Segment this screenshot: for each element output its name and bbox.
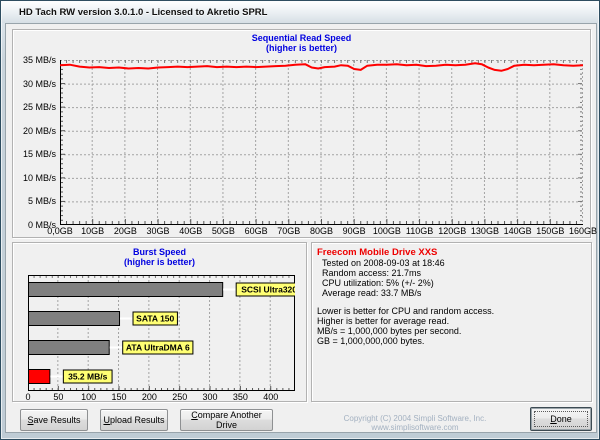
burst-x-tick-label: 200 — [137, 393, 161, 402]
bar-label: ATA UltraDMA 6 — [126, 343, 190, 353]
x-tick-label: 80GB — [304, 227, 340, 236]
drive-info-panel: Freecom Mobile Drive XXS Tested on 2008-… — [311, 242, 592, 402]
y-tick-label: 10 MB/s — [14, 174, 56, 183]
sequential-chart-title: Sequential Read Speed — [13, 33, 590, 43]
test-detail-line: CPU utilization: 5% (+/- 2%) — [322, 278, 445, 288]
burst-bar — [29, 312, 120, 326]
sequential-read-panel: Sequential Read Speed (higher is better)… — [12, 29, 591, 238]
x-tick-label: 110GB — [402, 227, 438, 236]
burst-x-tick-label: 250 — [168, 393, 192, 402]
legend-note-line: Higher is better for average read. — [317, 316, 494, 326]
x-tick-label: 40GB — [173, 227, 209, 236]
x-tick-label: 160GB — [565, 227, 600, 236]
burst-bar — [29, 370, 50, 384]
window-title: HD Tach RW version 3.0.1.0 - Licensed to… — [19, 7, 267, 18]
x-tick-label: 90GB — [336, 227, 372, 236]
burst-x-tick-label: 150 — [107, 393, 131, 402]
burst-x-tick-label: 300 — [198, 393, 222, 402]
x-tick-label: 20GB — [107, 227, 143, 236]
x-tick-label: 140GB — [500, 227, 536, 236]
burst-x-tick-label: 400 — [259, 393, 283, 402]
x-tick-label: 130GB — [467, 227, 503, 236]
x-tick-label: 120GB — [434, 227, 470, 236]
x-tick-label: 50GB — [205, 227, 241, 236]
legend-note-line: GB = 1,000,000,000 bytes. — [317, 336, 494, 346]
y-tick-label: 5 MB/s — [14, 197, 56, 206]
upload-results-button[interactable]: Upload Results — [100, 409, 168, 431]
drive-name: Freecom Mobile Drive XXS — [317, 247, 437, 258]
title-bar[interactable]: HD Tach RW version 3.0.1.0 - Licensed to… — [2, 2, 598, 23]
test-detail-line: Average read: 33.7 MB/s — [322, 288, 445, 298]
app-window: HD Tach RW version 3.0.1.0 - Licensed to… — [0, 0, 600, 440]
burst-x-tick-label: 0 — [16, 393, 40, 402]
x-tick-label: 70GB — [271, 227, 307, 236]
x-tick-label: 0,0GB — [42, 227, 78, 236]
x-tick-label: 60GB — [238, 227, 274, 236]
burst-speed-panel: Burst Speed (higher is better) 0 50 100 150… — [12, 242, 307, 402]
burst-speed-plot: SCSI Ultra320 SATA 150 ATA UltraDMA 6 35.2 … — [28, 275, 295, 391]
burst-speed-chart: SCSI Ultra320 SATA 150 ATA UltraDMA 6 35.2 … — [28, 275, 295, 391]
x-tick-label: 30GB — [140, 227, 176, 236]
x-tick-label: 100GB — [369, 227, 405, 236]
y-tick-label: 15 MB/s — [14, 150, 56, 159]
burst-x-tick-label: 100 — [77, 393, 101, 402]
burst-chart-subtitle: (higher is better) — [13, 257, 306, 267]
sequential-chart-subtitle: (higher is better) — [13, 43, 590, 53]
test-detail-line: Tested on 2008-09-03 at 18:46 — [322, 258, 445, 268]
y-tick-label: 20 MB/s — [14, 127, 56, 136]
burst-chart-title: Burst Speed — [13, 247, 306, 257]
burst-bar — [29, 341, 110, 355]
done-button[interactable]: Done — [530, 407, 592, 431]
x-tick-label: 150GB — [532, 227, 568, 236]
burst-x-tick-label: 50 — [46, 393, 70, 402]
legend-notes: Lower is better for CPU and random acces… — [317, 306, 494, 346]
sequential-read-chart — [60, 60, 583, 225]
burst-x-tick-label: 350 — [228, 393, 252, 402]
x-tick-label: 10GB — [75, 227, 111, 236]
legend-note-line: Lower is better for CPU and random acces… — [317, 306, 494, 316]
legend-note-line: MB/s = 1,000,000 bytes per second. — [317, 326, 494, 336]
test-details: Tested on 2008-09-03 at 18:46Random acce… — [322, 258, 445, 298]
save-results-button[interactable]: Save Results — [20, 409, 88, 431]
y-tick-label: 30 MB/s — [14, 80, 56, 89]
bar-label: SATA 150 — [136, 314, 174, 324]
copyright-text: Copyright (C) 2004 Simpli Software, Inc.… — [302, 414, 528, 432]
burst-bar — [29, 283, 223, 297]
bar-label: 35.2 MB/s — [68, 372, 107, 382]
compare-another-drive-button[interactable]: Compare Another Drive — [180, 409, 273, 431]
y-tick-label: 25 MB/s — [14, 103, 56, 112]
test-detail-line: Random access: 21.7ms — [322, 268, 445, 278]
bar-label: SCSI Ultra320 — [241, 285, 295, 295]
sequential-read-plot — [60, 60, 583, 225]
client-area: Sequential Read Speed (higher is better)… — [5, 23, 597, 433]
y-tick-label: 35 MB/s — [14, 56, 56, 65]
